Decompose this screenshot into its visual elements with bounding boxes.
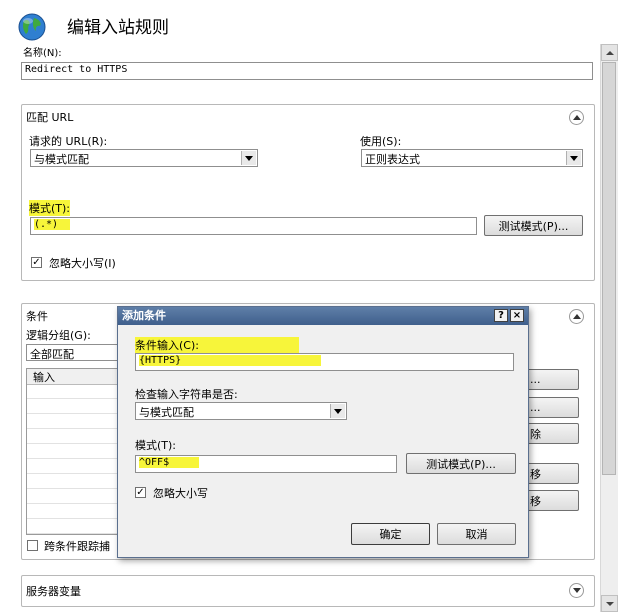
using-value: 正则表达式 bbox=[365, 153, 420, 166]
arrow-up-icon bbox=[605, 50, 614, 55]
server-variables-title: 服务器变量 bbox=[26, 585, 81, 598]
requested-url-select[interactable]: 与模式匹配 bbox=[30, 149, 258, 167]
cancel-button[interactable]: 取消 bbox=[437, 523, 516, 545]
pattern-value: (.*) bbox=[34, 219, 71, 230]
check-input-select[interactable]: 与模式匹配 bbox=[135, 402, 347, 420]
table-header-input: 输入 bbox=[27, 369, 127, 385]
match-url-group: 匹配 URL 请求的 URL(R): 与模式匹配 使用(S): 正则表达式 模式… bbox=[21, 104, 595, 281]
chevron-down-icon bbox=[330, 404, 345, 418]
chevron-down-icon bbox=[566, 151, 581, 165]
scroll-down-button[interactable] bbox=[601, 595, 618, 612]
track-captures-checkbox[interactable] bbox=[27, 540, 38, 551]
scroll-thumb[interactable] bbox=[602, 62, 616, 475]
dialog-title: 添加条件 bbox=[122, 309, 166, 322]
chevron-down-icon bbox=[241, 151, 256, 165]
dialog-pattern-label: 模式(T): bbox=[135, 439, 177, 452]
condition-input-field[interactable]: {HTTPS} bbox=[135, 353, 514, 371]
condition-input-value: {HTTPS} bbox=[139, 355, 322, 366]
using-label: 使用(S): bbox=[360, 135, 402, 148]
dialog-title-bar[interactable]: 添加条件 bbox=[118, 307, 528, 325]
globe-icon bbox=[17, 12, 47, 42]
collapse-up-icon[interactable] bbox=[569, 309, 584, 324]
collapse-up-icon[interactable] bbox=[569, 110, 584, 125]
check-input-label: 检查输入字符串是否: bbox=[135, 388, 238, 401]
requested-url-label: 请求的 URL(R): bbox=[29, 135, 108, 148]
page-title: 编辑入站规则 bbox=[67, 18, 169, 38]
check-input-value: 与模式匹配 bbox=[139, 406, 194, 419]
ok-button[interactable]: 确定 bbox=[351, 523, 430, 545]
close-button[interactable]: × bbox=[510, 309, 524, 322]
test-pattern-button[interactable]: 测试模式(P)... bbox=[484, 215, 583, 236]
logical-group-select[interactable]: 全部匹配 bbox=[26, 344, 126, 361]
logical-group-label: 逻辑分组(G): bbox=[26, 329, 91, 342]
help-button[interactable]: ? bbox=[494, 309, 508, 322]
requested-url-value: 与模式匹配 bbox=[34, 153, 89, 166]
pattern-input[interactable]: (.*) bbox=[30, 217, 477, 235]
logical-group-value: 全部匹配 bbox=[30, 348, 74, 361]
track-captures-label: 跨条件跟踪捕 bbox=[44, 540, 110, 553]
dialog-test-pattern-button[interactable]: 测试模式(P)... bbox=[406, 453, 516, 474]
conditions-title: 条件 bbox=[26, 310, 48, 323]
dialog-ignore-case-checkbox[interactable]: ✓ bbox=[135, 487, 146, 498]
ignore-case-label: 忽略大小写(I) bbox=[49, 257, 116, 270]
dialog-ignore-case-label: 忽略大小写 bbox=[153, 487, 208, 500]
ignore-case-checkbox[interactable]: ✓ bbox=[31, 257, 42, 268]
server-variables-group: 服务器变量 bbox=[21, 575, 595, 607]
conditions-table: 输入 bbox=[26, 368, 128, 535]
arrow-down-icon bbox=[605, 601, 614, 606]
match-url-title: 匹配 URL bbox=[26, 111, 74, 124]
scroll-up-button[interactable] bbox=[601, 44, 618, 61]
add-condition-dialog: 添加条件 ? × 条件输入(C): {HTTPS} 检查输入字符串是否: 与模式… bbox=[117, 306, 529, 558]
name-label: 名称(N): bbox=[23, 48, 62, 59]
dialog-pattern-value: ^OFF$ bbox=[139, 457, 200, 468]
page-scrollbar[interactable] bbox=[600, 44, 618, 612]
using-select[interactable]: 正则表达式 bbox=[361, 149, 583, 167]
condition-input-label: 条件输入(C): bbox=[135, 337, 299, 353]
name-input[interactable]: Redirect to HTTPS bbox=[21, 62, 593, 80]
pattern-label: 模式(T): bbox=[29, 200, 71, 216]
dialog-pattern-input[interactable]: ^OFF$ bbox=[135, 455, 397, 473]
expand-down-icon[interactable] bbox=[569, 583, 584, 598]
